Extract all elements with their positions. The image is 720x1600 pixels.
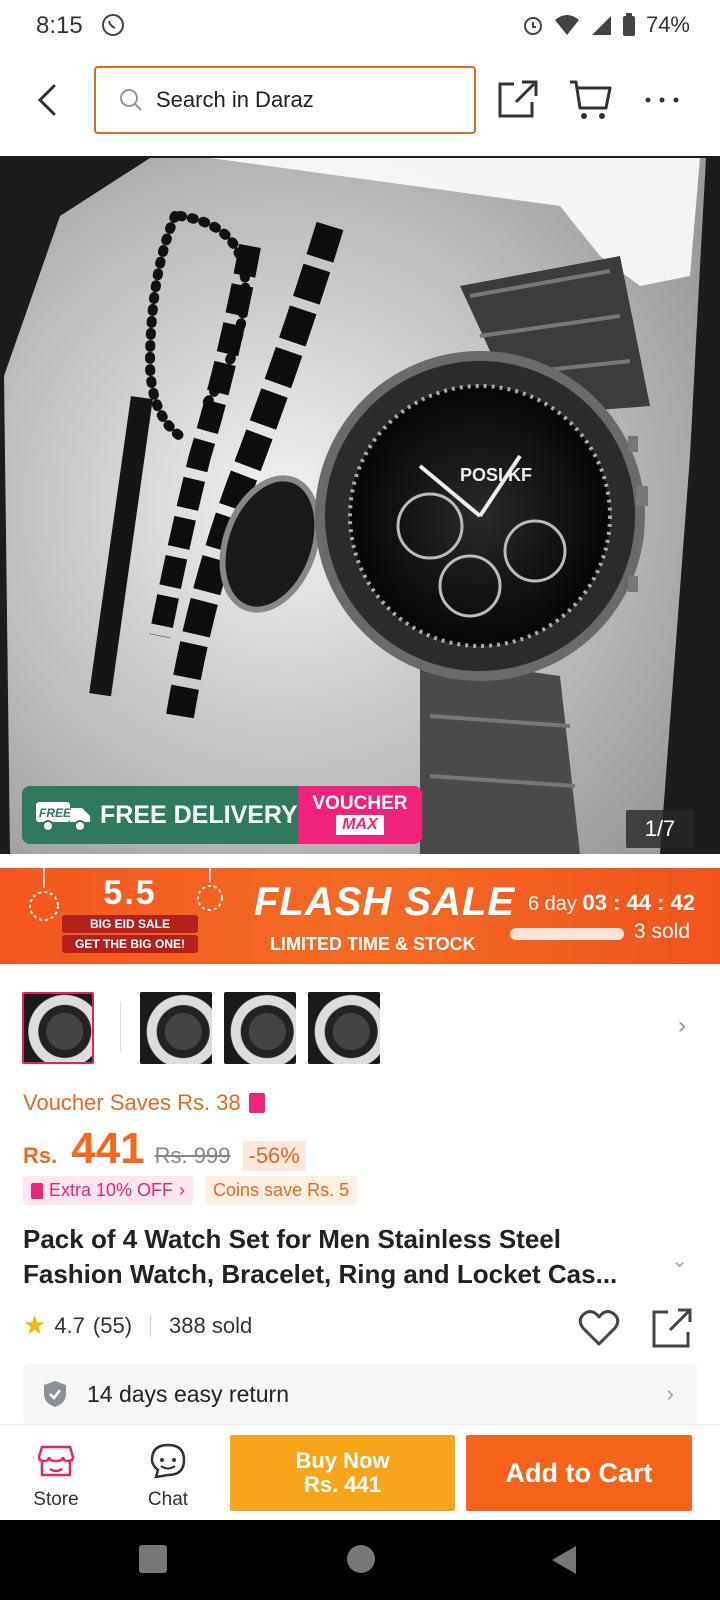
chevron-right-icon[interactable]: ›: [678, 1012, 686, 1040]
image-counter: 1/7: [626, 810, 694, 848]
extra-off-pill[interactable]: Extra 10% OFF ›: [23, 1176, 194, 1205]
chevron-right-icon: ›: [179, 1180, 186, 1200]
more-options-icon[interactable]: [640, 76, 684, 122]
flash-sale-banner[interactable]: 5.5 BIG EID SALE GET THE BIG ONE! FLASH …: [0, 868, 720, 964]
chat-icon: [150, 1443, 186, 1479]
share-icon[interactable]: [496, 76, 540, 122]
buy-now-label: Buy Now: [295, 1448, 390, 1473]
voucher-saves-text: Voucher Saves Rs. 38: [23, 1090, 241, 1115]
thumbnail-3[interactable]: [224, 992, 296, 1064]
eid-sale-logo: 5.5 BIG EID SALE GET THE BIG ONE!: [62, 874, 198, 958]
shield-check-icon: [44, 1381, 66, 1407]
whatsapp-icon: [102, 14, 124, 36]
review-count: (55): [92, 1312, 133, 1338]
ornament-left-icon: [29, 868, 59, 921]
thumbnail-divider: [120, 1002, 121, 1052]
watch-brand-text: POSI KF: [460, 465, 532, 485]
product-title: Pack of 4 Watch Set for Men Stainless St…: [23, 1224, 618, 1289]
return-policy-row[interactable]: 14 days easy return ›: [23, 1364, 698, 1424]
thumbnail-strip: ›: [0, 986, 720, 1068]
eid-tagline: GET THE BIG ONE!: [62, 935, 198, 953]
status-bar: 8:15 74%: [0, 0, 720, 52]
chat-label: Chat: [147, 1489, 189, 1510]
cart-icon[interactable]: [568, 76, 612, 122]
voucher-tag-icon: [248, 1093, 265, 1113]
search-icon: [120, 89, 142, 111]
buy-now-button[interactable]: Buy Now Rs. 441: [230, 1435, 455, 1511]
price-currency: Rs.: [23, 1143, 58, 1168]
flash-sold-count: 3 sold: [634, 920, 691, 943]
free-tag: FREE: [39, 806, 72, 820]
chevron-right-icon: ›: [666, 1381, 674, 1406]
free-delivery-text: FREE DELIVERY: [100, 800, 298, 829]
extra-off-text: Extra 10% OFF: [49, 1180, 174, 1200]
share-icon[interactable]: [650, 1306, 694, 1350]
system-nav-bar: [0, 1520, 720, 1600]
buy-now-price: Rs. 441: [303, 1472, 382, 1497]
recents-square-icon[interactable]: [138, 1544, 168, 1574]
store-button[interactable]: Store: [6, 1425, 106, 1521]
back-triangle-icon[interactable]: [550, 1544, 578, 1576]
status-time: 8:15: [36, 12, 83, 39]
promo-row: Extra 10% OFF › Coins save Rs. 5: [23, 1176, 358, 1205]
original-price: Rs. 999: [154, 1143, 231, 1168]
voucher-max-badge: VOUCHER MAX: [298, 786, 422, 844]
store-icon: [37, 1445, 75, 1477]
back-arrow-icon[interactable]: [30, 80, 66, 120]
search-placeholder: Search in Daraz: [156, 87, 314, 112]
product-image[interactable]: POSI KF FREE FREE DELIVERY VOUCHER MAX 1…: [0, 156, 720, 854]
chevron-down-icon[interactable]: ⌄: [671, 1248, 688, 1273]
voucher-max-text: MAX: [336, 815, 384, 835]
coins-text: Coins save Rs. 5: [213, 1180, 350, 1200]
divider: [150, 1314, 152, 1337]
return-policy-text: 14 days easy return: [87, 1380, 290, 1407]
eid-big-number: 5.5: [103, 874, 157, 912]
signal-icon: [591, 16, 611, 35]
thumbnail-2[interactable]: [140, 992, 212, 1064]
store-label: Store: [33, 1489, 79, 1510]
status-icons: 74%: [522, 12, 690, 38]
free-delivery-badge: FREE FREE DELIVERY: [22, 786, 298, 844]
rating-row[interactable]: ★ 4.7 (55) 388 sold: [23, 1310, 252, 1341]
flash-countdown: 6 day 03 : 44 : 42: [528, 890, 695, 916]
thumbnail-1[interactable]: [22, 992, 94, 1064]
sold-progress-fill: [510, 928, 624, 940]
flash-sale-title: FLASH SALE: [254, 880, 516, 924]
voucher-saves[interactable]: Voucher Saves Rs. 38: [23, 1090, 265, 1116]
coins-pill[interactable]: Coins save Rs. 5: [205, 1176, 358, 1205]
discount-badge: -56%: [242, 1141, 306, 1171]
wishlist-heart-icon[interactable]: [578, 1308, 620, 1348]
chat-button[interactable]: Chat: [118, 1425, 218, 1521]
alarm-icon: [523, 17, 542, 35]
coupon-icon: [31, 1182, 43, 1199]
rating-value: 4.7: [54, 1312, 85, 1338]
add-to-cart-button[interactable]: Add to Cart: [466, 1435, 692, 1511]
truck-icon: FREE: [36, 802, 90, 832]
product-photo: POSI KF: [0, 156, 720, 854]
battery-percent: 74%: [645, 12, 690, 37]
voucher-text: VOUCHER: [312, 793, 408, 814]
countdown-clock: 03 : 44 : 42: [582, 890, 696, 915]
price-value: 441: [71, 1124, 145, 1173]
battery-icon: [622, 13, 635, 36]
price-row: Rs. 441 Rs. 999 -56%: [23, 1124, 306, 1174]
sold-progress-bar: [510, 928, 624, 940]
wifi-icon: [554, 15, 579, 35]
bottom-action-bar: Store Chat Buy Now Rs. 441 Add to Cart: [0, 1424, 720, 1520]
countdown-days: 6 day: [528, 893, 577, 915]
eid-sale-text: BIG EID SALE: [62, 915, 198, 933]
sold-count: 388 sold: [169, 1312, 253, 1338]
star-icon: ★: [23, 1310, 47, 1340]
thumbnail-4[interactable]: [308, 992, 380, 1064]
flash-sale-subtitle: LIMITED TIME & STOCK: [270, 934, 476, 954]
search-bar[interactable]: Search in Daraz: [94, 66, 476, 134]
home-circle-icon[interactable]: [346, 1544, 376, 1574]
top-header: Search in Daraz: [0, 56, 720, 146]
